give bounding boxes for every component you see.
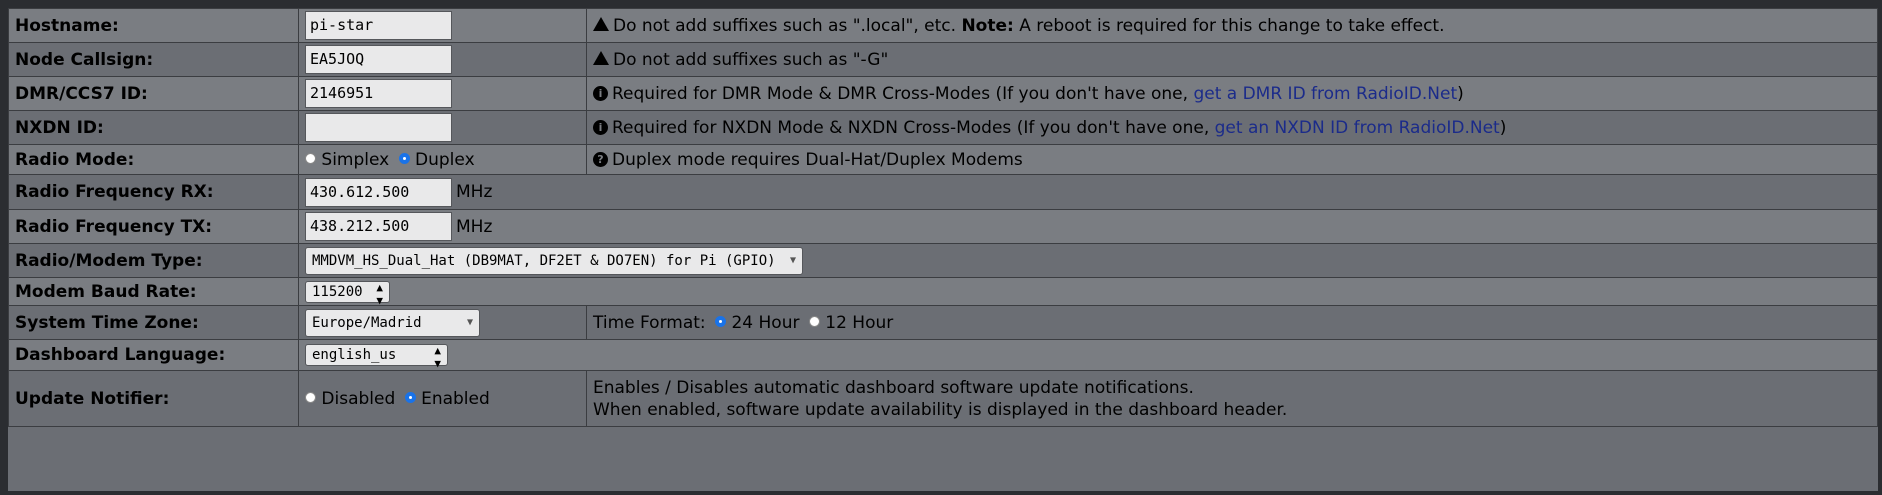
warning-icon xyxy=(593,50,609,65)
updown-arrows-icon: ▲ ▼ xyxy=(376,280,383,306)
radio-mode-note: ? Duplex mode requires Dual-Hat/Duplex Mo… xyxy=(586,144,1878,175)
table-row: DMR/CCS7 ID: 2146951 i Required for DMR M… xyxy=(8,76,1878,111)
general-config-table: Hostname: pi-star Do not add suffixes su… xyxy=(8,8,1878,427)
12-hour-label: 12 Hour xyxy=(825,312,894,333)
question-icon: ? xyxy=(593,152,608,167)
hostname-label: Hostname: xyxy=(8,8,299,43)
table-row: Modem Baud Rate: 115200 ▲ ▼ xyxy=(8,277,1878,306)
nxdn-id-link[interactable]: get an NXDN ID from RadioID.Net xyxy=(1215,118,1500,138)
table-row: Radio/Modem Type: MMDVM_HS_Dual_Hat (DB9… xyxy=(8,243,1878,278)
disabled-radio[interactable] xyxy=(305,392,316,403)
24-hour-label: 24 Hour xyxy=(731,312,800,333)
enabled-label: Enabled xyxy=(421,388,490,409)
dmr-id-note: i Required for DMR Mode & DMR Cross-Modes… xyxy=(586,76,1878,111)
callsign-label: Node Callsign: xyxy=(8,42,299,77)
duplex-label: Duplex xyxy=(415,149,475,170)
update-notifier-label: Update Notifier: xyxy=(8,370,299,427)
table-row: Node Callsign: EA5JOQ Do not add suffixe… xyxy=(8,42,1878,77)
radio-mode-label: Radio Mode: xyxy=(8,144,299,175)
dashboard-language-select[interactable]: english_us ▲ ▼ xyxy=(305,344,448,370)
tx-frequency-input[interactable]: 438.212.500 xyxy=(305,212,452,241)
tx-unit: MHz xyxy=(456,216,493,237)
table-row: Hostname: pi-star Do not add suffixes su… xyxy=(8,8,1878,43)
tx-frequency-label: Radio Frequency TX: xyxy=(8,209,299,244)
time-zone-select[interactable]: Europe/Madrid ▼ xyxy=(305,308,480,337)
update-note-line-1: Enables / Disables automatic dashboard s… xyxy=(593,377,1194,398)
time-format-label: Time Format: xyxy=(593,312,706,333)
rx-frequency-input[interactable]: 430.612.500 xyxy=(305,177,452,207)
dashboard-language-label: Dashboard Language: xyxy=(8,339,299,371)
chevron-down-icon: ▼ xyxy=(789,254,796,266)
update-note-line-2: When enabled, software update availabili… xyxy=(593,399,1288,420)
simplex-label: Simplex xyxy=(321,149,390,170)
warning-icon xyxy=(593,16,609,31)
simplex-radio[interactable] xyxy=(305,153,316,164)
12-hour-radio[interactable] xyxy=(808,316,820,327)
info-icon: i xyxy=(593,120,608,135)
info-icon: i xyxy=(593,86,608,101)
table-row: System Time Zone: Europe/Madrid ▼ Time Fo… xyxy=(8,305,1878,340)
modem-type-label: Radio/Modem Type: xyxy=(8,243,299,278)
disabled-label: Disabled xyxy=(321,388,396,409)
baud-rate-select[interactable]: 115200 ▲ ▼ xyxy=(305,280,390,306)
hostname-note: Do not add suffixes such as ".local", et… xyxy=(586,8,1878,43)
time-zone-label: System Time Zone: xyxy=(8,305,299,340)
callsign-input[interactable]: EA5JOQ xyxy=(305,45,452,74)
table-row: Dashboard Language: english_us ▲ ▼ xyxy=(8,339,1878,371)
callsign-note: Do not add suffixes such as "-G" xyxy=(586,42,1878,77)
table-row: NXDN ID: i Required for NXDN Mode & NXDN … xyxy=(8,110,1878,145)
enabled-radio[interactable] xyxy=(404,392,416,403)
chevron-down-icon: ▼ xyxy=(466,316,473,328)
duplex-radio[interactable] xyxy=(398,153,410,164)
table-row: Update Notifier: Disabled Enabled Enable… xyxy=(8,370,1878,427)
rx-frequency-label: Radio Frequency RX: xyxy=(8,174,299,210)
dmr-id-input[interactable]: 2146951 xyxy=(305,79,452,108)
hostname-input[interactable]: pi-star xyxy=(305,11,452,40)
nxdn-id-label: NXDN ID: xyxy=(8,110,299,145)
dmr-id-link[interactable]: get a DMR ID from RadioID.Net xyxy=(1193,84,1457,104)
24-hour-radio[interactable] xyxy=(715,316,727,327)
nxdn-id-note: i Required for NXDN Mode & NXDN Cross-Mod… xyxy=(586,110,1878,145)
rx-unit: MHz xyxy=(456,182,493,202)
updown-arrows-icon: ▲ ▼ xyxy=(434,344,441,370)
table-row: Radio Frequency TX: 438.212.500 MHz xyxy=(8,209,1878,244)
table-row: Radio Mode: Simplex Duplex ? Duplex mode … xyxy=(8,144,1878,175)
config-panel: Hostname: pi-star Do not add suffixes su… xyxy=(8,8,1878,491)
baud-rate-label: Modem Baud Rate: xyxy=(8,277,299,306)
dmr-id-label: DMR/CCS7 ID: xyxy=(8,76,299,111)
modem-type-select[interactable]: MMDVM_HS_Dual_Hat (DB9MAT, DF2ET & DO7EN… xyxy=(305,246,803,275)
table-row: Radio Frequency RX: 430.612.500 MHz xyxy=(8,174,1878,210)
nxdn-id-input[interactable] xyxy=(305,113,452,142)
